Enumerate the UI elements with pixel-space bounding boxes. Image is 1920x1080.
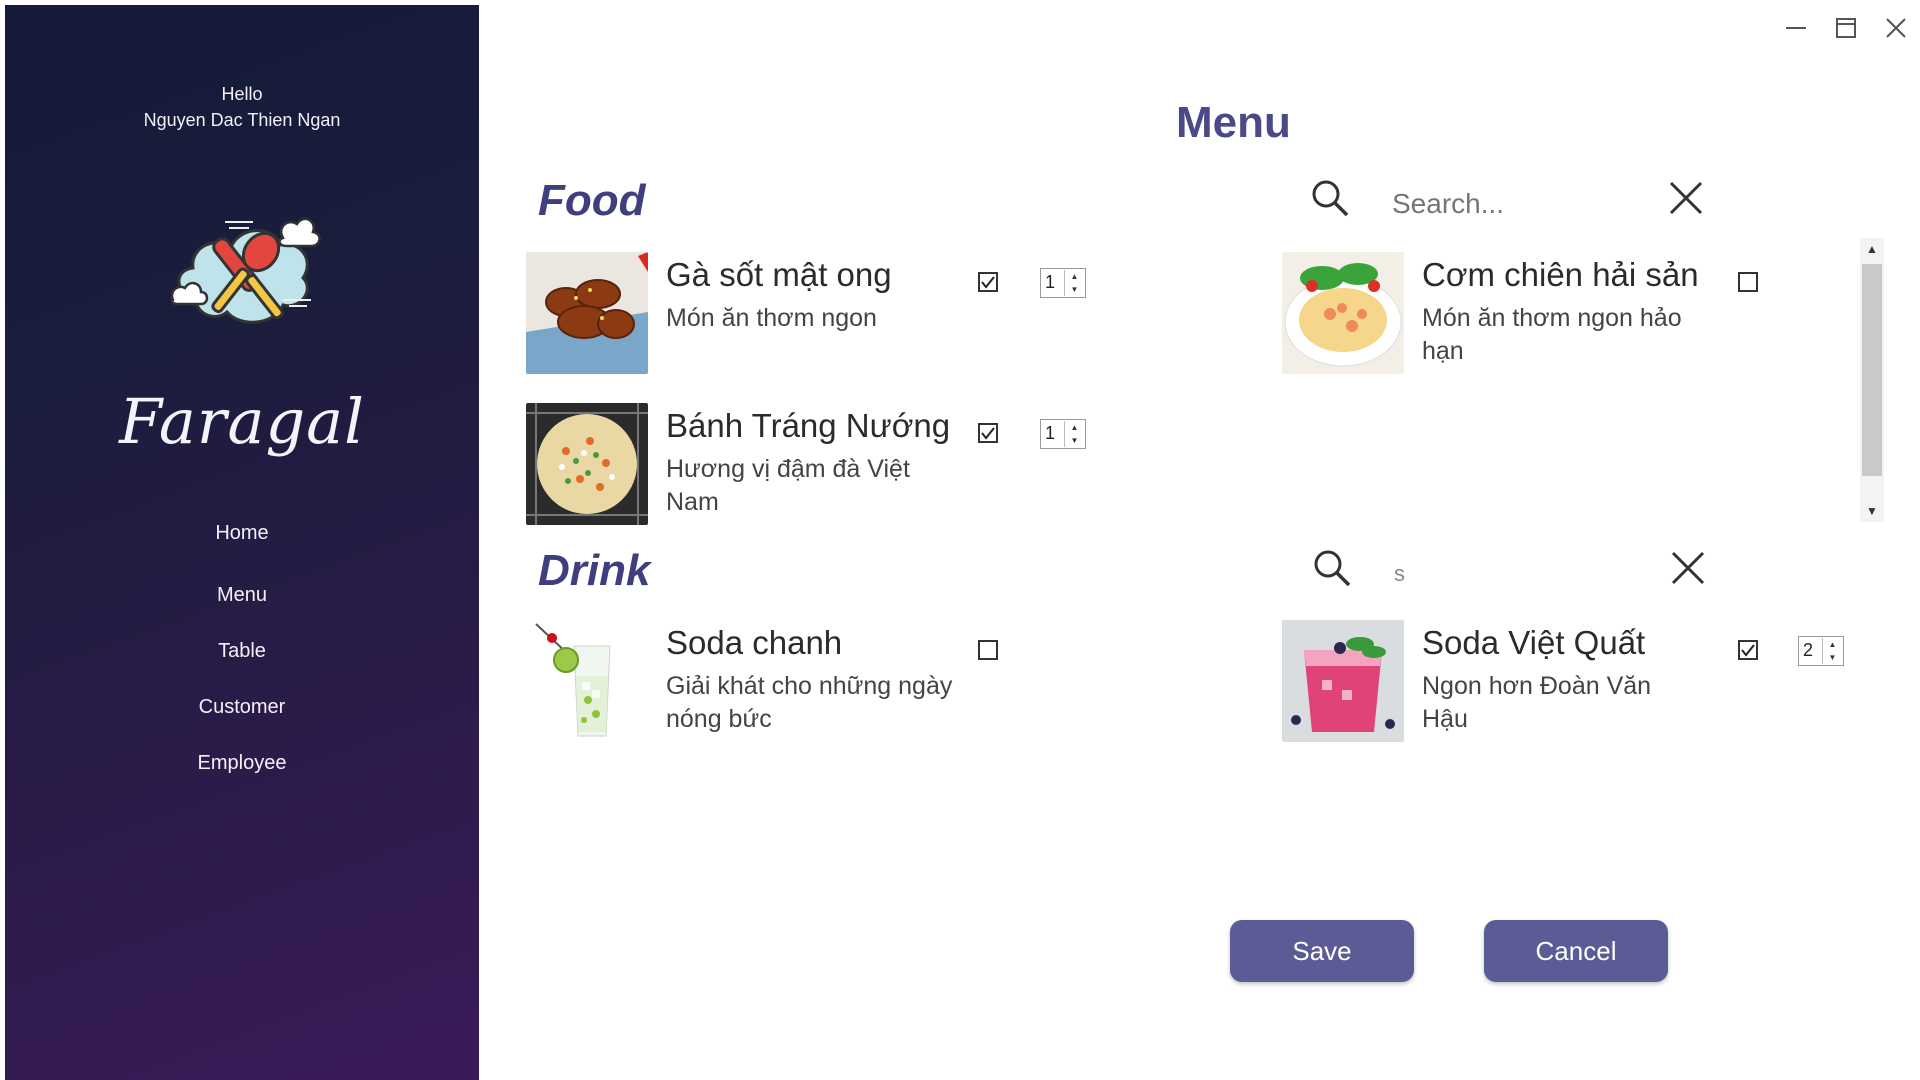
food-item-image bbox=[1282, 252, 1404, 374]
drink-item-description: Giải khát cho những ngày nóng bức bbox=[666, 672, 953, 733]
stepper-down-icon[interactable]: ▼ bbox=[1065, 283, 1084, 296]
food-item-name: Cơm chiên hải sản bbox=[1422, 256, 1699, 293]
nav-item-customer[interactable]: Customer bbox=[5, 691, 479, 747]
user-name: Nguyen Dac Thien Ngan bbox=[143, 110, 341, 130]
food-search-icon[interactable] bbox=[1310, 178, 1350, 218]
page-title: Menu bbox=[1176, 98, 1291, 147]
stepper-down-icon[interactable]: ▼ bbox=[1065, 434, 1084, 447]
user-greeting: Hello Nguyen Dac Thien Ngan bbox=[5, 81, 479, 133]
window-controls bbox=[1782, 14, 1910, 42]
close-icon[interactable] bbox=[1882, 14, 1910, 42]
food-item-name: Gà sốt mật ong bbox=[666, 256, 892, 293]
food-list-scrollbar[interactable]: ▲ ▼ bbox=[1860, 238, 1884, 522]
nav-item-table[interactable]: Table bbox=[5, 635, 479, 691]
drink-section-title: Drink bbox=[538, 546, 651, 595]
drink-item-image bbox=[526, 620, 648, 742]
stepper-up-icon[interactable]: ▲ bbox=[1823, 638, 1842, 651]
quantity-value: 1 bbox=[1045, 272, 1056, 292]
brand-name: Faragal bbox=[119, 385, 365, 458]
food-item: Cơm chiên hải sản Món ăn thơm ngon hảo h… bbox=[1282, 252, 1802, 382]
food-section-title: Food bbox=[538, 176, 646, 225]
drink-item-checkbox[interactable] bbox=[978, 640, 998, 660]
stepper-down-icon[interactable]: ▼ bbox=[1823, 651, 1842, 664]
food-item-quantity-stepper[interactable]: 1 ▲ ▼ bbox=[1040, 268, 1086, 298]
food-item-checkbox[interactable] bbox=[1738, 272, 1758, 292]
scrollbar-thumb[interactable] bbox=[1862, 264, 1882, 476]
food-item-name: Bánh Tráng Nướng bbox=[666, 407, 951, 444]
check-icon bbox=[981, 427, 995, 440]
drink-item-checkbox[interactable] bbox=[1738, 640, 1758, 660]
drink-item-quantity-stepper[interactable]: 2 ▲ ▼ bbox=[1798, 636, 1844, 666]
food-item-image bbox=[526, 403, 648, 525]
check-icon bbox=[1741, 644, 1755, 657]
nav-item-menu[interactable]: Menu bbox=[5, 579, 479, 635]
food-item-description: Món ăn thơm ngon hảo hạn bbox=[1422, 304, 1682, 365]
check-icon bbox=[981, 276, 995, 289]
sidebar: Hello Nguyen Dac Thien Ngan Faragal Home… bbox=[5, 5, 479, 1080]
food-item-image bbox=[526, 252, 648, 374]
quantity-value: 2 bbox=[1803, 640, 1814, 660]
stepper-up-icon[interactable]: ▲ bbox=[1065, 270, 1084, 283]
nav-item-home[interactable]: Home bbox=[5, 517, 479, 573]
drink-item-description: Ngon hơn Đoàn Văn Hậu bbox=[1422, 672, 1652, 733]
drink-item-image bbox=[1282, 620, 1404, 742]
food-item-quantity-stepper[interactable]: 1 ▲ ▼ bbox=[1040, 419, 1086, 449]
maximize-icon[interactable] bbox=[1832, 14, 1860, 42]
stepper-up-icon[interactable]: ▲ bbox=[1065, 421, 1084, 434]
sidebar-nav: Home Menu Table Customer Employee bbox=[5, 517, 479, 803]
minimize-icon[interactable] bbox=[1782, 14, 1810, 42]
food-item-description: Món ăn thơm ngon bbox=[666, 304, 877, 332]
drink-search-clear-icon[interactable] bbox=[1670, 550, 1706, 586]
drink-search-input[interactable] bbox=[1394, 558, 1644, 590]
food-search-input[interactable] bbox=[1392, 184, 1642, 224]
quantity-value: 1 bbox=[1045, 423, 1056, 443]
food-item: Bánh Tráng Nướng Hương vị đậm đà Việt Na… bbox=[526, 403, 1106, 533]
drink-item-name: Soda chanh bbox=[666, 624, 843, 661]
drink-search-icon[interactable] bbox=[1312, 548, 1352, 588]
nav-item-employee[interactable]: Employee bbox=[5, 747, 479, 803]
cancel-button[interactable]: Cancel bbox=[1484, 920, 1668, 982]
drink-item: Soda chanh Giải khát cho những ngày nóng… bbox=[526, 620, 1106, 750]
food-item-description: Hương vị đậm đà Việt Nam bbox=[666, 455, 910, 516]
save-button[interactable]: Save bbox=[1230, 920, 1414, 982]
scroll-up-icon[interactable]: ▲ bbox=[1860, 238, 1884, 260]
greeting-text: Hello bbox=[221, 84, 263, 104]
restaurant-logo-icon bbox=[170, 217, 321, 324]
scroll-down-icon[interactable]: ▼ bbox=[1860, 500, 1884, 522]
drink-item: Soda Việt Quất Ngon hơn Đoàn Văn Hậu 2 ▲… bbox=[1282, 620, 1862, 750]
food-item-checkbox[interactable] bbox=[978, 423, 998, 443]
food-item-checkbox[interactable] bbox=[978, 272, 998, 292]
drink-item-name: Soda Việt Quất bbox=[1422, 624, 1646, 661]
food-search-clear-icon[interactable] bbox=[1668, 180, 1704, 216]
food-item: Gà sốt mật ong Món ăn thơm ngon 1 ▲ ▼ bbox=[526, 252, 1106, 382]
